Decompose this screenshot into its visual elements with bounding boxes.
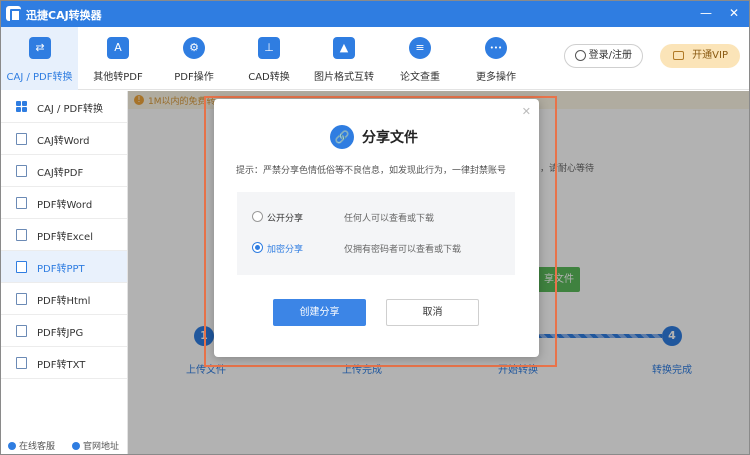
vip-label: 开通VIP [692, 50, 728, 61]
file-icon [16, 229, 27, 241]
option-public-desc: 任何人可以查看或下载 [344, 214, 435, 224]
file-icon [16, 357, 27, 369]
sidebar-item-caj-pdf-convert[interactable]: CAJ转PDF [1, 155, 127, 187]
file-icon [16, 165, 27, 177]
sidebar-item-label: PDF转TXT [37, 360, 86, 371]
check-icon: ≡ [409, 37, 431, 59]
sidebar-item-pdf-excel[interactable]: PDF转Excel [1, 219, 127, 251]
title-bar: 迅捷CAJ转换器 — ✕ [1, 1, 749, 27]
toolbar-pdf-ops[interactable]: ⚙ PDF操作 [164, 27, 224, 90]
grid-icon [16, 101, 27, 113]
option-encrypted-desc: 仅拥有密码者可以查看或下载 [344, 245, 462, 255]
gear-icon: ⚙ [183, 37, 205, 59]
toolbar-paper-check[interactable]: ≡ 论文查重 [390, 27, 450, 90]
sidebar-item-pdf-jpg[interactable]: PDF转JPG [1, 315, 127, 347]
toolbar-cad[interactable]: ⊥ CAD转换 [239, 27, 299, 90]
online-service-link[interactable]: 在线客服 [8, 439, 55, 452]
toolbar-label: 其他转PDF [93, 72, 143, 83]
cad-icon: ⊥ [258, 37, 280, 59]
sidebar-item-pdf-word[interactable]: PDF转Word [1, 187, 127, 219]
app-logo-icon [6, 6, 21, 22]
sidebar: CAJ / PDF转换 CAJ转Word CAJ转PDF PDF转Word PD… [1, 91, 128, 454]
sidebar-item-caj-pdf[interactable]: CAJ / PDF转换 [1, 91, 127, 123]
headset-icon [8, 442, 16, 450]
pdf-icon: A [107, 37, 129, 59]
option-encrypted-label: 加密分享 [267, 245, 304, 255]
file-icon [16, 325, 27, 337]
sidebar-item-pdf-html[interactable]: PDF转Html [1, 283, 127, 315]
login-label: 登录/注册 [588, 50, 632, 61]
more-icon: ••• [485, 37, 507, 59]
toolbar-label: PDF操作 [174, 72, 214, 83]
toolbar-more[interactable]: ••• 更多操作 [466, 27, 526, 90]
image-icon: ▲ [333, 37, 355, 59]
login-button[interactable]: 登录/注册 [564, 44, 643, 68]
app-window: 迅捷CAJ转换器 — ✕ ⇄ CAJ / PDF转换 A 其他转PDF ⚙ PD… [0, 0, 750, 455]
app-title: 迅捷CAJ转换器 [26, 9, 102, 22]
file-icon [16, 197, 27, 209]
dialog-tip: 提示：严禁分享色情低俗等不良信息，如发现此行为，一律封禁账号 [236, 166, 507, 176]
close-icon[interactable]: ✕ [522, 105, 531, 118]
cancel-button[interactable]: 取消 [386, 299, 479, 326]
toolbar-other-to-pdf[interactable]: A 其他转PDF [88, 27, 148, 90]
radio-encrypted[interactable] [252, 242, 263, 253]
sidebar-item-label: CAJ / PDF转换 [37, 104, 103, 115]
window-controls: — ✕ [699, 5, 741, 21]
minimize-button[interactable]: — [699, 5, 713, 21]
sidebar-item-label: PDF转JPG [37, 328, 84, 339]
toolbar-label: 图片格式互转 [314, 72, 374, 83]
file-icon [16, 261, 27, 273]
radio-public[interactable] [252, 211, 263, 222]
toolbar-label: 论文查重 [400, 72, 440, 83]
toolbar-label: CAD转换 [248, 72, 290, 83]
toolbar-caj-pdf[interactable]: ⇄ CAJ / PDF转换 [1, 27, 78, 90]
file-icon [16, 293, 27, 305]
dialog-title: 分享文件 [362, 130, 418, 146]
sidebar-item-label: CAJ转PDF [37, 168, 84, 179]
sidebar-item-label: PDF转PPT [37, 264, 85, 275]
website-label: 官网地址 [83, 442, 120, 452]
link-icon: 🔗 [330, 125, 354, 149]
option-public-label: 公开分享 [267, 214, 304, 224]
vip-button[interactable]: 开通VIP [660, 44, 740, 68]
vip-icon [673, 51, 684, 60]
swap-icon: ⇄ [29, 37, 51, 59]
share-dialog: ✕ 🔗 分享文件 提示：严禁分享色情低俗等不良信息，如发现此行为，一律封禁账号 … [214, 99, 539, 357]
create-share-button[interactable]: 创建分享 [273, 299, 366, 326]
sidebar-item-label: PDF转Html [37, 296, 91, 307]
toolbar-image-convert[interactable]: ▲ 图片格式互转 [309, 27, 379, 90]
share-options [237, 192, 515, 275]
website-link[interactable]: 官网地址 [72, 439, 119, 452]
sidebar-item-pdf-txt[interactable]: PDF转TXT [1, 347, 127, 379]
sidebar-item-caj-word[interactable]: CAJ转Word [1, 123, 127, 155]
toolbar-label: 更多操作 [476, 72, 516, 83]
sidebar-footer: 在线客服 官网地址 [1, 437, 127, 454]
browser-icon [72, 442, 80, 450]
sidebar-item-pdf-ppt[interactable]: PDF转PPT [1, 251, 127, 283]
sidebar-item-label: PDF转Excel [37, 232, 93, 243]
sidebar-item-label: PDF转Word [37, 200, 93, 211]
sidebar-item-label: CAJ转Word [37, 136, 90, 147]
file-icon [16, 133, 27, 145]
online-service-label: 在线客服 [19, 442, 56, 452]
toolbar-label: CAJ / PDF转换 [6, 72, 73, 83]
user-icon [575, 50, 586, 61]
close-window-button[interactable]: ✕ [727, 5, 741, 21]
